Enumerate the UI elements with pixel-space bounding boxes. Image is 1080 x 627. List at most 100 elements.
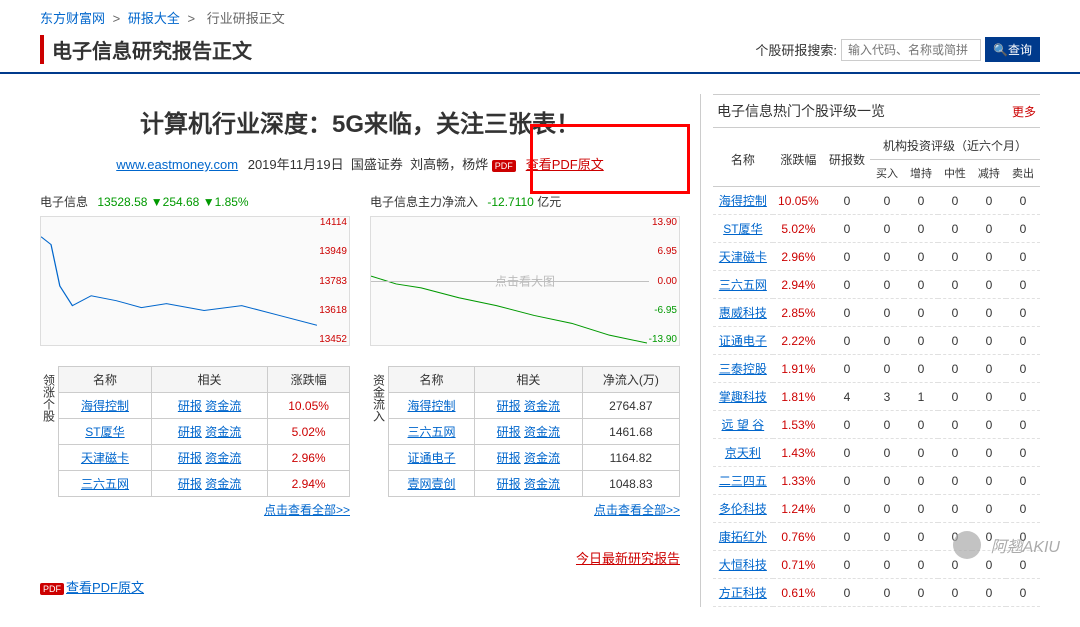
stock-link[interactable]: 壹网壹创 [408, 477, 456, 491]
capital-link[interactable]: 资金流 [205, 477, 241, 491]
source-url[interactable]: www.eastmoney.com [116, 157, 238, 172]
table-left-view-all[interactable]: 点击查看全部>> [264, 503, 350, 517]
search-input[interactable] [841, 39, 981, 61]
stock-link[interactable]: 证通电子 [719, 334, 767, 348]
report-link[interactable]: 研报 [497, 451, 521, 465]
capital-link[interactable]: 资金流 [205, 425, 241, 439]
stock-link[interactable]: 海得控制 [81, 399, 129, 413]
table-right-view-all[interactable]: 点击查看全部>> [594, 503, 680, 517]
count-cell: 0 [824, 215, 870, 243]
capital-link[interactable]: 资金流 [205, 399, 241, 413]
report-link[interactable]: 研报 [497, 425, 521, 439]
pct-cell: 2.94% [268, 471, 350, 497]
breadcrumb-cat[interactable]: 研报大全 [128, 11, 180, 26]
rating-row: ST厦华 5.02% 0 00000 [713, 215, 1040, 243]
pct-cell: 2.96% [268, 445, 350, 471]
capital-link[interactable]: 资金流 [524, 425, 560, 439]
count-cell: 0 [824, 411, 870, 439]
report-authors: 刘高畅，杨烨 [410, 157, 488, 172]
table-row: 证通电子 研报 资金流 1164.82 [389, 445, 680, 471]
rating-row: 证通电子 2.22% 0 00000 [713, 327, 1040, 355]
count-cell: 0 [824, 551, 870, 579]
rating-row: 惠威科技 2.85% 0 00000 [713, 299, 1040, 327]
inflow-cell: 2764.87 [582, 393, 679, 419]
rating-row: 三六五网 2.94% 0 00000 [713, 271, 1040, 299]
table-row: 天津磁卡 研报 资金流 2.96% [59, 445, 350, 471]
table-row: 壹网壹创 研报 资金流 1048.83 [389, 471, 680, 497]
stock-link[interactable]: 三泰控股 [719, 362, 767, 376]
stock-link[interactable]: 二三四五 [719, 474, 767, 488]
search-box: 个股研报搜索: 🔍查询 [755, 37, 1040, 62]
ratings-more-link[interactable]: 更多 [1012, 103, 1036, 120]
page-title: 电子信息研究报告正文 [40, 35, 252, 64]
stock-link[interactable]: 天津磁卡 [719, 250, 767, 264]
chart-flow-unit: 亿元 [537, 195, 561, 209]
change-cell: 1.24% [773, 495, 824, 523]
stock-link[interactable]: 天津磁卡 [81, 451, 129, 465]
report-link[interactable]: 研报 [497, 399, 521, 413]
stock-link[interactable]: ST厦华 [723, 222, 762, 236]
capital-link[interactable]: 资金流 [524, 399, 560, 413]
report-link[interactable]: 研报 [178, 451, 202, 465]
ratings-panel-title: 电子信息热门个股评级一览 [717, 101, 885, 121]
report-org: 国盛证券 [351, 157, 403, 172]
count-cell: 0 [824, 271, 870, 299]
rating-row: 天津磁卡 2.96% 0 00000 [713, 243, 1040, 271]
stock-link[interactable]: 掌趣科技 [719, 390, 767, 404]
breadcrumb-site[interactable]: 东方财富网 [40, 11, 105, 26]
count-cell: 0 [824, 579, 870, 607]
report-date: 2019年11月19日 [248, 157, 344, 172]
stock-link[interactable]: 三六五网 [408, 425, 456, 439]
count-cell: 0 [824, 355, 870, 383]
count-cell: 0 [824, 187, 870, 215]
capital-link[interactable]: 资金流 [205, 451, 241, 465]
chart-flow-canvas[interactable]: 点击看大图 13.906.950.00-6.95-13.90 [370, 216, 680, 346]
capital-link[interactable]: 资金流 [524, 451, 560, 465]
rating-row: 掌趣科技 1.81% 4 31000 [713, 383, 1040, 411]
rating-row: 京天利 1.43% 0 00000 [713, 439, 1040, 467]
stock-link[interactable]: 大恒科技 [719, 558, 767, 572]
search-label: 个股研报搜索: [755, 40, 837, 59]
report-link[interactable]: 研报 [178, 399, 202, 413]
change-cell: 1.43% [773, 439, 824, 467]
stock-link[interactable]: 康拓红外 [719, 530, 767, 544]
report-link[interactable]: 研报 [178, 425, 202, 439]
chart-flow-label: 电子信息主力净流入 [370, 195, 478, 209]
count-cell: 0 [824, 327, 870, 355]
stock-link[interactable]: 证通电子 [408, 451, 456, 465]
change-cell: 5.02% [773, 215, 824, 243]
change-cell: 2.22% [773, 327, 824, 355]
chart-index-canvas[interactable]: 1411413949137831361813452 [40, 216, 350, 346]
stock-link[interactable]: 三六五网 [719, 278, 767, 292]
stock-link[interactable]: 海得控制 [719, 194, 767, 208]
stock-link[interactable]: 海得控制 [408, 399, 456, 413]
count-cell: 0 [824, 467, 870, 495]
stock-link[interactable]: ST厦华 [85, 425, 124, 439]
table-left-label: 领涨个股 [40, 366, 58, 518]
report-link[interactable]: 研报 [178, 477, 202, 491]
search-button[interactable]: 🔍查询 [985, 37, 1040, 62]
report-meta: www.eastmoney.com 2019年11月19日 国盛证券 刘高畅，杨… [40, 154, 680, 173]
count-cell: 0 [824, 439, 870, 467]
stock-link[interactable]: 京天利 [725, 446, 761, 460]
view-pdf-link-bottom[interactable]: 查看PDF原文 [66, 580, 144, 595]
rating-row: 二三四五 1.33% 0 00000 [713, 467, 1040, 495]
change-cell: 1.81% [773, 383, 824, 411]
table-row: 海得控制 研报 资金流 2764.87 [389, 393, 680, 419]
stock-link[interactable]: 方正科技 [719, 586, 767, 600]
stock-link[interactable]: 多伦科技 [719, 502, 767, 516]
chart-index-pct: ▼1.85% [203, 195, 249, 209]
stock-link[interactable]: 惠威科技 [719, 306, 767, 320]
report-link[interactable]: 研报 [497, 477, 521, 491]
count-cell: 0 [824, 243, 870, 271]
view-pdf-link[interactable]: 查看PDF原文 [526, 157, 604, 172]
rating-row: 远 望 谷 1.53% 0 00000 [713, 411, 1040, 439]
capital-link[interactable]: 资金流 [524, 477, 560, 491]
pct-cell: 10.05% [268, 393, 350, 419]
change-cell: 1.33% [773, 467, 824, 495]
stock-link[interactable]: 远 望 谷 [722, 418, 765, 432]
stock-link[interactable]: 三六五网 [81, 477, 129, 491]
latest-reports-link[interactable]: 今日最新研究报告 [576, 551, 680, 566]
table-row: 海得控制 研报 资金流 10.05% [59, 393, 350, 419]
change-cell: 1.91% [773, 355, 824, 383]
